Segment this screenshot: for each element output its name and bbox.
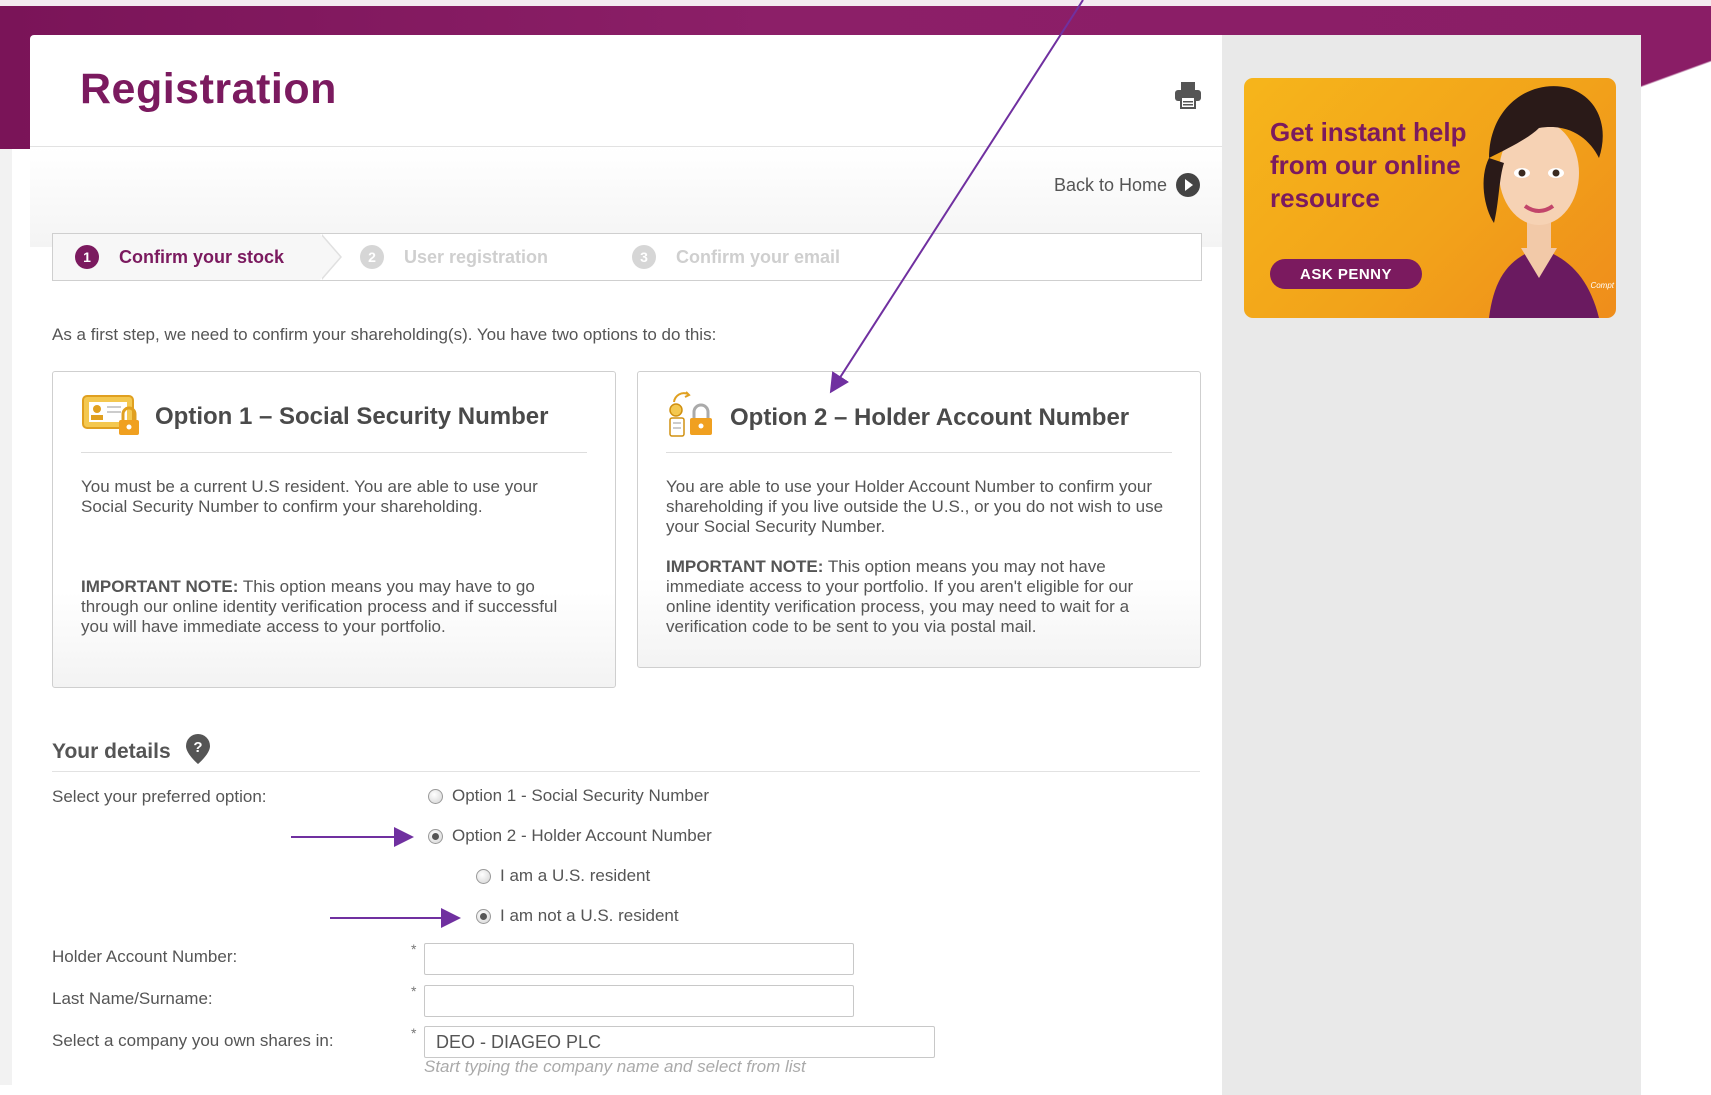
main-panel: Registration Back to Home 1 Confirm your… xyxy=(30,35,1222,1095)
your-details-title: Your details xyxy=(52,740,171,763)
last-name-label: Last Name/Surname: xyxy=(52,989,213,1008)
required-marker: * xyxy=(411,983,417,999)
option-1-note: IMPORTANT NOTE: This option means you ma… xyxy=(81,577,586,637)
radio-not-us-resident[interactable]: I am not a U.S. resident xyxy=(476,906,679,926)
radio-us-resident[interactable]: I am a U.S. resident xyxy=(476,866,650,886)
progress-steps: 1 Confirm your stock 2 User registration… xyxy=(52,233,1202,281)
step-confirm-stock[interactable]: 1 Confirm your stock xyxy=(53,234,320,280)
top-stripe xyxy=(0,0,1711,6)
radio-button[interactable] xyxy=(476,868,491,884)
step-label: Confirm your stock xyxy=(119,246,285,267)
radio-option-1[interactable]: Option 1 - Social Security Number xyxy=(428,786,709,806)
step-label: User registration xyxy=(404,246,549,267)
ask-penny-button[interactable]: ASK PENNY xyxy=(1270,259,1422,289)
note-label: IMPORTANT NOTE: xyxy=(81,577,239,596)
radio-button-selected[interactable] xyxy=(428,828,443,844)
printer-icon[interactable] xyxy=(1173,80,1203,110)
sub-header xyxy=(30,147,1222,247)
radio-label: Option 2 - Holder Account Number xyxy=(452,826,712,845)
company-input[interactable] xyxy=(424,1026,935,1058)
last-name-input[interactable] xyxy=(424,985,854,1017)
help-pin-icon[interactable]: ? xyxy=(185,733,211,771)
option-1-card: Option 1 – Social Security Number You mu… xyxy=(52,371,616,688)
radio-button[interactable] xyxy=(428,788,443,804)
left-margin xyxy=(0,149,12,1085)
back-to-home-label: Back to Home xyxy=(1053,174,1167,195)
back-to-home-link[interactable]: Back to Home xyxy=(1054,173,1200,197)
step-number: 3 xyxy=(632,245,656,269)
step-number: 2 xyxy=(360,245,384,269)
radio-option-2[interactable]: Option 2 - Holder Account Number xyxy=(428,826,712,846)
required-marker: * xyxy=(411,1025,417,1041)
intro-text: As a first step, we need to confirm your… xyxy=(52,325,717,344)
step-number: 1 xyxy=(75,245,99,269)
card-divider xyxy=(666,452,1172,453)
radio-label: I am not a U.S. resident xyxy=(500,906,679,925)
page-title: Registration xyxy=(80,65,337,113)
step-label: Confirm your email xyxy=(676,246,841,267)
holder-account-input[interactable] xyxy=(424,943,854,975)
card-divider xyxy=(81,452,587,453)
brand-mark: Compt xyxy=(1590,281,1614,290)
promo-text: Get instant help from our online resourc… xyxy=(1270,117,1467,213)
radio-label: I am a U.S. resident xyxy=(500,866,651,885)
details-divider xyxy=(52,771,1200,772)
required-marker: * xyxy=(411,941,417,957)
step-user-registration: 2 User registration xyxy=(320,234,610,280)
company-label: Select a company you own shares in: xyxy=(52,1031,334,1050)
play-arrow-icon xyxy=(1176,173,1200,197)
option-1-body: You must be a current U.S resident. You … xyxy=(81,477,538,516)
note-label: IMPORTANT NOTE: xyxy=(666,557,824,576)
step-confirm-email: 3 Confirm your email xyxy=(610,234,892,280)
radio-button-selected[interactable] xyxy=(476,908,491,924)
option-2-card: Option 2 – Holder Account Number You are… xyxy=(637,371,1201,668)
account-lock-icon xyxy=(666,390,718,445)
option-1-title: Option 1 – Social Security Number xyxy=(155,402,549,430)
option-2-body: You are able to use your Holder Account … xyxy=(666,477,1164,536)
option-2-title: Option 2 – Holder Account Number xyxy=(730,403,1130,431)
ask-penny-promo[interactable]: Get instant help from our online resourc… xyxy=(1244,78,1616,318)
holder-account-label: Holder Account Number: xyxy=(52,947,238,966)
company-hint: Start typing the company name and select… xyxy=(424,1057,806,1076)
preferred-option-label: Select your preferred option: xyxy=(52,787,267,806)
svg-text:?: ? xyxy=(193,739,202,756)
option-2-note: IMPORTANT NOTE: This option means you ma… xyxy=(666,557,1171,637)
radio-label: Option 1 - Social Security Number xyxy=(452,786,709,805)
id-card-lock-icon xyxy=(81,390,143,443)
your-details-heading: Your details ? xyxy=(52,733,211,771)
